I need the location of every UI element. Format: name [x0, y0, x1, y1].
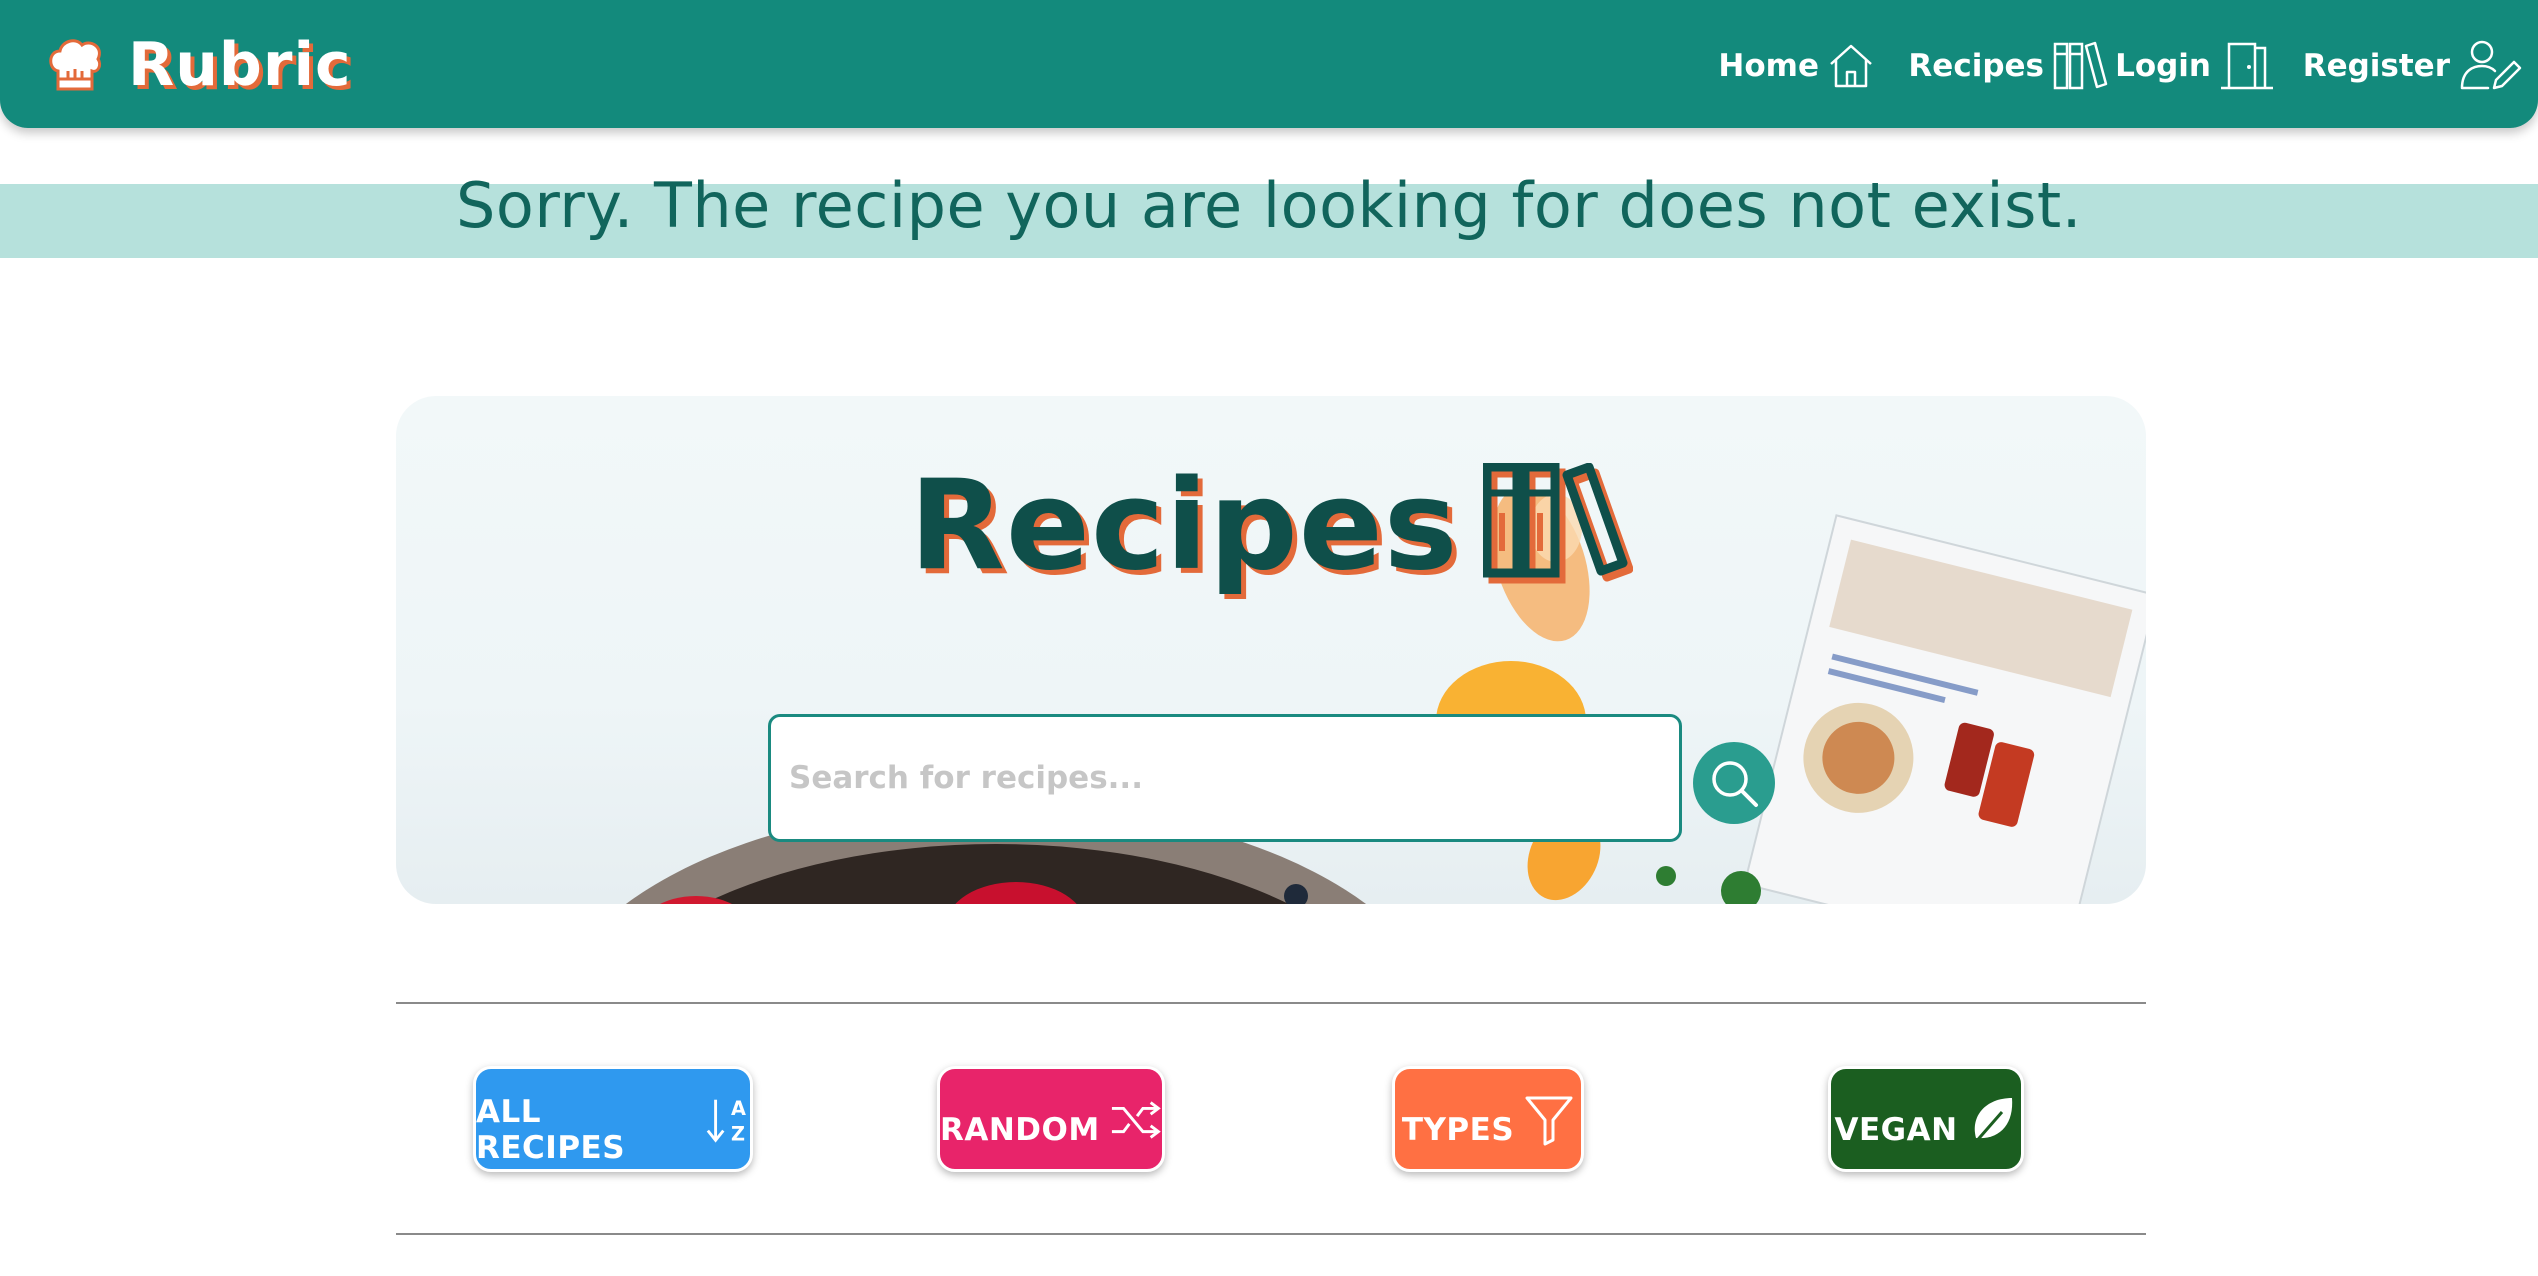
- hero-title: Recipes: [396, 454, 2146, 598]
- nav-login-label: Login: [2115, 48, 2211, 84]
- nav-recipes-label: Recipes: [1908, 48, 2044, 84]
- books-icon: [1482, 463, 1633, 584]
- vegan-button[interactable]: VEGAN: [1828, 1066, 2024, 1172]
- all-recipes-label: ALL RECIPES: [476, 1094, 626, 1166]
- chef-hat-icon: [49, 39, 102, 91]
- search-icon: [1712, 761, 1758, 807]
- divider-bottom: [396, 1233, 2146, 1235]
- recipe-search-input[interactable]: [768, 714, 1682, 842]
- random-button[interactable]: RANDOM: [937, 1066, 1165, 1172]
- door-icon: [2221, 42, 2273, 90]
- all-recipes-button[interactable]: ALL RECIPES A Z: [473, 1066, 753, 1172]
- random-label: RANDOM: [940, 1112, 1100, 1148]
- leaf-icon: [1972, 1098, 2012, 1145]
- nav-register-label: Register: [2302, 48, 2450, 84]
- nav-login-link[interactable]: Login: [2115, 34, 2275, 98]
- navbar: Rubric Home Recipes Login Register: [0, 0, 2538, 128]
- sort-a-z-icon: A Z: [706, 1097, 746, 1145]
- search-button[interactable]: [1693, 742, 1775, 824]
- user-edit-icon: [2460, 40, 2522, 90]
- recipes-hero: Recipes: [396, 396, 2146, 904]
- hero-title-text: Recipes: [909, 454, 1459, 598]
- nav-register-link[interactable]: Register: [2303, 34, 2522, 98]
- brand-link[interactable]: Rubric: [46, 30, 352, 100]
- error-message: Sorry. The recipe you are looking for do…: [456, 169, 2082, 242]
- brand-name: Rubric: [128, 30, 352, 100]
- types-label: TYPES: [1401, 1112, 1515, 1148]
- svg-text:Z: Z: [731, 1122, 745, 1145]
- filter-icon: [1525, 1096, 1573, 1146]
- svg-text:A: A: [731, 1097, 746, 1120]
- types-button[interactable]: TYPES: [1392, 1066, 1584, 1172]
- error-banner: Sorry. The recipe you are looking for do…: [0, 175, 2538, 258]
- books-icon: [2053, 41, 2108, 90]
- nav-home-label: Home: [1718, 48, 1819, 84]
- nav-home-link[interactable]: Home: [1718, 34, 1875, 98]
- vegan-label: VEGAN: [1834, 1112, 1958, 1148]
- shuffle-icon: [1111, 1101, 1161, 1139]
- house-icon: [1830, 44, 1872, 88]
- divider-top: [396, 1002, 2146, 1004]
- nav-recipes-link[interactable]: Recipes: [1908, 34, 2108, 98]
